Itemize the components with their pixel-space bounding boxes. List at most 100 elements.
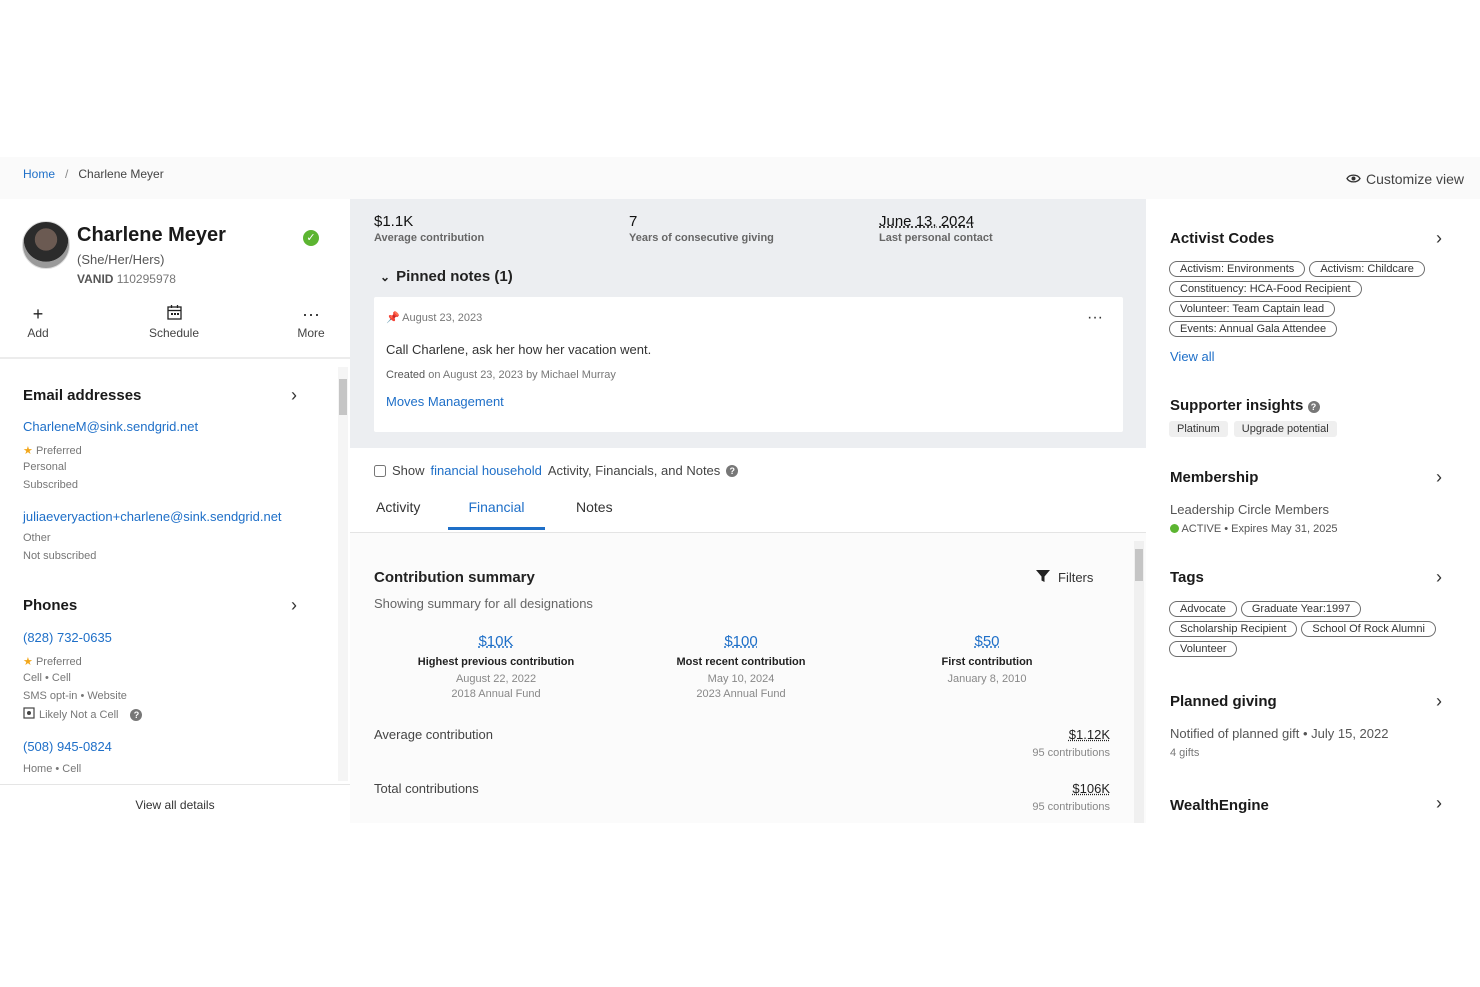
average-contribution-label: Average contribution xyxy=(374,727,494,742)
kpi-date: January 8, 2010 xyxy=(947,673,1027,685)
phone-type: Home • Cell xyxy=(23,763,82,775)
membership-expires: • Expires May 31, 2025 xyxy=(1224,523,1338,535)
filters-button[interactable]: Filters xyxy=(1036,569,1093,586)
email-section-title: Email addresses xyxy=(23,387,142,404)
kpi-recent: $100 Most recent contribution May 10, 20… xyxy=(631,633,851,700)
kpi-highest: $10K Highest previous contribution Augus… xyxy=(386,633,606,700)
note-date: 📌 August 23, 2023 xyxy=(386,311,482,324)
activist-code-pill[interactable]: Activism: Childcare xyxy=(1309,261,1425,277)
household-checkbox[interactable] xyxy=(374,464,386,477)
household-toggle: Show financial household Activity, Finan… xyxy=(374,463,739,478)
help-icon[interactable]: ? xyxy=(130,708,143,721)
activist-code-pill[interactable]: Activism: Environments xyxy=(1169,261,1306,277)
scrollbar-thumb[interactable] xyxy=(1135,549,1143,581)
kpi-label: Most recent contribution xyxy=(676,656,806,668)
stat-value: $1.1K xyxy=(374,213,414,230)
contact-name: Charlene Meyer xyxy=(77,224,226,246)
membership-chevron-right-icon[interactable]: › xyxy=(1436,467,1442,488)
kpi-fund: 2023 Annual Fund xyxy=(696,688,786,700)
avatar xyxy=(22,221,70,269)
more-label: More xyxy=(297,326,325,340)
kpi-value[interactable]: $10K xyxy=(386,633,606,650)
more-button[interactable]: ··· More xyxy=(271,304,351,340)
membership-status: ACTIVE • Expires May 31, 2025 xyxy=(1170,523,1338,535)
pinned-notes-toggle[interactable]: ⌄ Pinned notes (1) xyxy=(380,268,513,285)
scrollbar-thumb[interactable] xyxy=(339,379,347,415)
sidebar-scrollbar[interactable] xyxy=(338,367,348,781)
breadcrumb-home-link[interactable]: Home xyxy=(23,167,55,181)
note-category-link[interactable]: Moves Management xyxy=(386,394,504,409)
add-button[interactable]: + Add xyxy=(0,304,78,340)
tab-activity[interactable]: Activity xyxy=(376,499,420,527)
content-tabs: Activity Financial Notes xyxy=(350,491,1146,533)
note-text: Call Charlene, ask her how her vacation … xyxy=(386,342,652,357)
email-chevron-right-icon[interactable]: › xyxy=(291,385,297,406)
view-all-details-button[interactable]: View all details xyxy=(0,784,350,823)
phone-link[interactable]: (828) 732-0635 xyxy=(23,630,112,645)
summary-panel: $1.1K Average contribution 7 Years of co… xyxy=(350,199,1146,448)
phone-type: Cell • Cell xyxy=(23,672,71,684)
kpi-value[interactable]: $100 xyxy=(631,633,851,650)
filters-label: Filters xyxy=(1058,570,1094,585)
activist-code-pill[interactable]: Events: Annual Gala Attendee xyxy=(1169,321,1338,337)
vanid: VANID 110295978 xyxy=(77,272,176,286)
tag-pill[interactable]: Scholarship Recipient xyxy=(1169,621,1298,637)
chevron-down-icon: ⌄ xyxy=(380,270,391,284)
eye-icon xyxy=(1346,171,1361,187)
tags-chevron-right-icon[interactable]: › xyxy=(1436,567,1442,588)
tag-pill[interactable]: Advocate xyxy=(1169,601,1237,617)
star-icon: ★ xyxy=(23,656,33,668)
stat-last-contact: June 13, 2024 Last personal contact xyxy=(879,213,993,244)
breadcrumb-current: Charlene Meyer xyxy=(78,167,164,181)
tab-financial[interactable]: Financial xyxy=(448,499,545,530)
contact-profile-app: Home / Charlene Meyer Customize view Cha… xyxy=(0,157,1480,823)
calendar-icon xyxy=(134,304,214,326)
financial-household-link[interactable]: financial household xyxy=(431,463,542,478)
more-icon: ··· xyxy=(302,304,320,324)
stat-label: Average contribution xyxy=(374,232,485,244)
help-icon[interactable]: ? xyxy=(1307,401,1320,413)
activist-codes-title: Activist Codes xyxy=(1170,230,1275,247)
activist-codes-view-all[interactable]: View all xyxy=(1170,349,1215,364)
contribution-summary-subtitle: Showing summary for all designations xyxy=(374,596,593,611)
email-link[interactable]: juliaeveryaction+charlene@sink.sendgrid.… xyxy=(23,509,282,524)
kpi-value[interactable]: $50 xyxy=(877,633,1097,650)
financial-scrollbar[interactable] xyxy=(1134,541,1144,823)
total-contributions-value[interactable]: $106K xyxy=(1072,781,1110,796)
customize-view-button[interactable]: Customize view xyxy=(1346,171,1464,187)
email-link[interactable]: CharleneM@sink.sendgrid.net xyxy=(23,419,198,434)
contact-pronouns: (She/Her/Hers) xyxy=(77,252,165,267)
customize-view-label: Customize view xyxy=(1365,171,1464,187)
activist-codes-chevron-right-icon[interactable]: › xyxy=(1436,228,1442,249)
tag-pill[interactable]: School Of Rock Alumni xyxy=(1301,621,1436,637)
pinned-note-card: 📌 August 23, 2023 ··· Call Charlene, ask… xyxy=(374,297,1123,432)
phones-chevron-right-icon[interactable]: › xyxy=(291,595,297,616)
tag-pill[interactable]: Graduate Year:1997 xyxy=(1240,601,1362,617)
tab-notes[interactable]: Notes xyxy=(576,499,613,527)
planned-giving-count: 4 gifts xyxy=(1170,747,1200,759)
stat-average: $1.1K Average contribution xyxy=(374,213,484,244)
membership-title: Membership xyxy=(1170,469,1259,486)
wealthengine-chevron-right-icon[interactable]: › xyxy=(1436,793,1442,814)
supporter-insights-list: Platinum Upgrade potential xyxy=(1169,421,1469,437)
help-icon[interactable]: ? xyxy=(726,464,739,477)
schedule-button[interactable]: Schedule xyxy=(134,304,214,340)
phone-likely: Likely Not a Cell ? xyxy=(23,707,143,722)
phone-likely-label: Likely Not a Cell xyxy=(39,708,119,721)
tag-pill[interactable]: Volunteer xyxy=(1169,641,1238,657)
kpi-date: August 22, 2022 xyxy=(455,673,537,685)
phone-preferred: ★ Preferred xyxy=(23,655,82,668)
verified-check-icon: ✓ xyxy=(303,230,319,246)
activist-code-pill[interactable]: Volunteer: Team Captain lead xyxy=(1169,301,1336,317)
average-contribution-value[interactable]: $1.12K xyxy=(1069,727,1110,742)
email-type: Personal xyxy=(23,461,67,473)
planned-giving-chevron-right-icon[interactable]: › xyxy=(1436,691,1442,712)
stat-label: Years of consecutive giving xyxy=(629,232,774,244)
stat-value[interactable]: June 13, 2024 xyxy=(879,213,993,230)
note-more-icon[interactable]: ··· xyxy=(1087,309,1103,327)
phone-link[interactable]: (508) 945-0824 xyxy=(23,739,112,754)
activist-code-pill[interactable]: Constituency: HCA-Food Recipient xyxy=(1169,281,1362,297)
tags-title: Tags xyxy=(1170,569,1204,586)
email-type: Other xyxy=(23,532,51,544)
total-contributions-count: 95 contributions xyxy=(1032,801,1110,813)
